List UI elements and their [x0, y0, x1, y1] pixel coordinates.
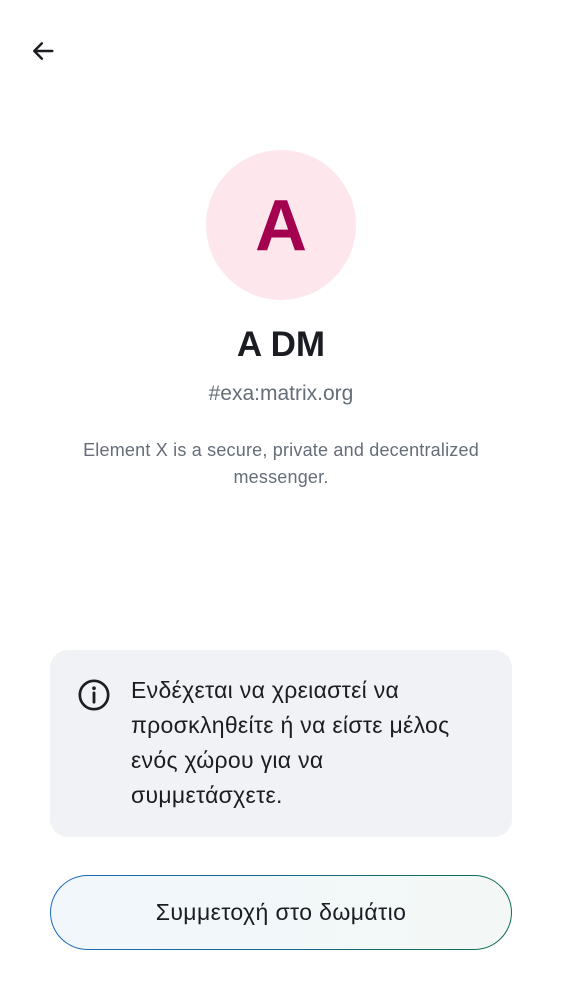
avatar-initial: A [255, 186, 307, 266]
room-name: A DM [236, 325, 326, 364]
room-alias: #exa:matrix.org [208, 382, 354, 405]
join-notice-text: Ενδέχεται να χρειαστεί να προσκληθείτε ή… [131, 677, 450, 808]
join-room-label: Συμμετοχή στο δωμάτιο [155, 899, 407, 925]
arrow-left-icon [33, 42, 54, 60]
info-icon [78, 679, 110, 711]
back-button[interactable] [22, 30, 64, 72]
join-room-button[interactable]: Συμμετοχή στο δωμάτιο [50, 875, 512, 950]
room-avatar: A [206, 150, 356, 300]
join-notice-card: Ενδέχεται να χρειαστεί να προσκληθείτε ή… [50, 650, 512, 837]
room-description: Element X is a secure, private and decen… [83, 440, 479, 487]
